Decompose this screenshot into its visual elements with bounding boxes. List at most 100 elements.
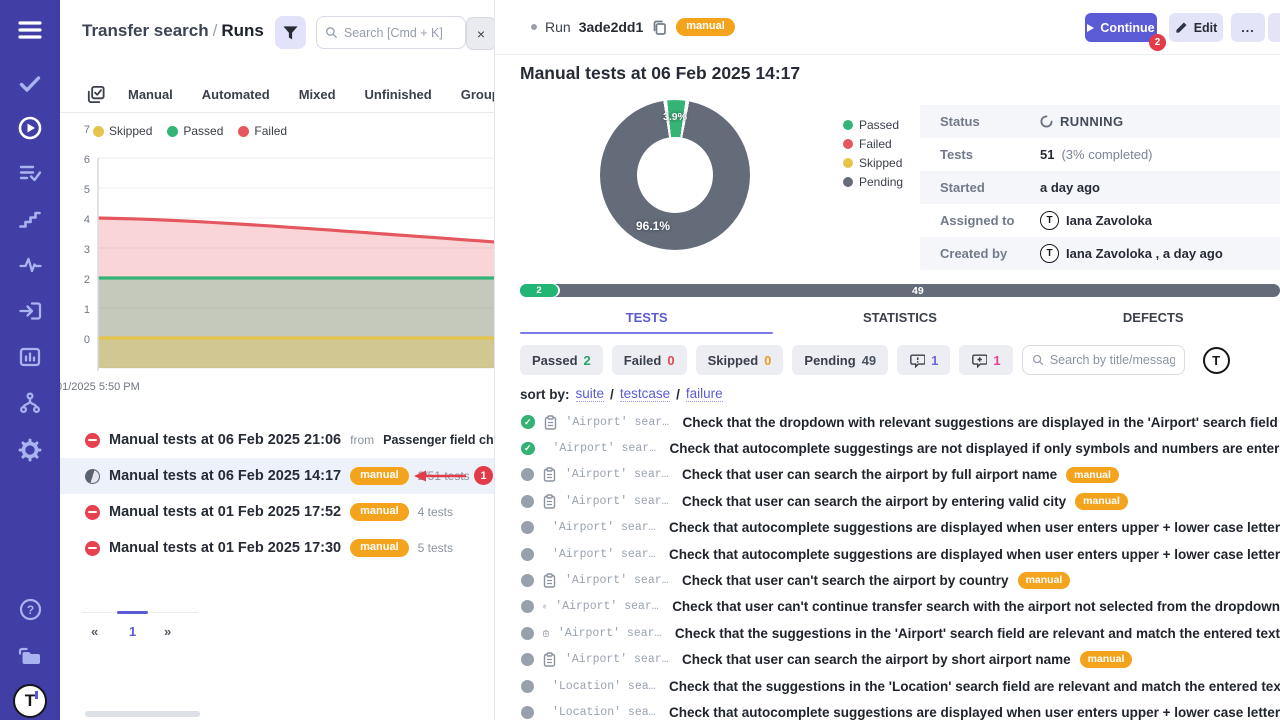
edit-button[interactable]: Edit bbox=[1169, 13, 1223, 42]
test-suite[interactable]: 'Airport' sear… bbox=[565, 653, 673, 666]
user-avatar[interactable]: T bbox=[1203, 347, 1230, 374]
test-title[interactable]: Check that autocomplete suggestions are … bbox=[669, 547, 1280, 562]
select-all-icon[interactable] bbox=[85, 84, 106, 105]
test-suite[interactable]: 'Airport' sear… bbox=[558, 627, 666, 640]
run-failed-icon bbox=[85, 541, 100, 556]
test-title[interactable]: Check that user can search the airport b… bbox=[682, 467, 1057, 482]
steps-icon[interactable] bbox=[0, 207, 60, 231]
test-title[interactable]: Check that the dropdown with relevant su… bbox=[683, 415, 1278, 430]
tab-tests[interactable]: TESTS bbox=[520, 303, 773, 334]
tests-search-input[interactable] bbox=[1050, 353, 1175, 367]
test-suite[interactable]: 'Airport' sear… bbox=[552, 521, 660, 534]
filter-passed-button[interactable]: Passed2 bbox=[520, 345, 603, 375]
runs-search[interactable] bbox=[316, 16, 466, 49]
continue-button[interactable]: Continue bbox=[1085, 13, 1157, 42]
test-row[interactable]: ✓ 'Airport' sear… Check that autocomplet… bbox=[495, 435, 1280, 461]
clipped-button[interactable] bbox=[1268, 13, 1280, 42]
test-suite[interactable]: 'Airport' sear… bbox=[552, 548, 660, 561]
test-suite[interactable]: 'Location' sea… bbox=[552, 706, 660, 719]
test-title[interactable]: Check that the suggestions in the 'Locat… bbox=[669, 679, 1280, 694]
assigned-value[interactable]: Iana Zavoloka bbox=[1066, 213, 1152, 228]
legend-passed: Passed bbox=[859, 118, 899, 132]
test-title[interactable]: Check that the suggestions in the 'Airpo… bbox=[675, 626, 1280, 641]
hamburger-menu-icon[interactable] bbox=[0, 18, 60, 42]
test-row[interactable]: 'Airport' sear… Check that the suggestio… bbox=[495, 620, 1280, 646]
test-pending-icon bbox=[521, 706, 534, 719]
sort-by-testcase-link[interactable]: testcase bbox=[620, 386, 670, 402]
pager-next-button[interactable]: » bbox=[164, 624, 171, 639]
tab-groups[interactable]: Groups bbox=[461, 87, 495, 102]
run-row[interactable]: Manual tests at 01 Feb 2025 17:52 manual… bbox=[60, 494, 495, 530]
test-suite[interactable]: 'Location' sea… bbox=[552, 680, 660, 693]
tab-unfinished[interactable]: Unfinished bbox=[365, 87, 432, 102]
copy-icon[interactable] bbox=[651, 19, 668, 36]
analytics-icon[interactable] bbox=[0, 345, 60, 369]
donut-hole bbox=[637, 137, 713, 213]
test-suite[interactable]: 'Airport' sear… bbox=[555, 600, 663, 613]
branches-icon[interactable] bbox=[0, 391, 60, 415]
test-title[interactable]: Check that autocomplete suggestings are … bbox=[670, 441, 1280, 456]
tab-manual[interactable]: Manual bbox=[128, 87, 173, 102]
app-logo[interactable]: T bbox=[0, 684, 60, 718]
test-title[interactable]: Check that autocomplete suggestions are … bbox=[669, 520, 1280, 535]
horizontal-scrollbar[interactable] bbox=[85, 711, 200, 717]
runs-search-input[interactable] bbox=[344, 26, 457, 40]
settings-gear-icon[interactable] bbox=[0, 437, 60, 463]
breadcrumb: Transfer search/Runs bbox=[82, 21, 264, 41]
test-row[interactable]: 'Airport' sear… Check that user can't co… bbox=[495, 594, 1280, 620]
tab-statistics[interactable]: STATISTICS bbox=[773, 303, 1026, 334]
test-row[interactable]: 'Location' sea… Check that autocomplete … bbox=[495, 699, 1280, 720]
tab-defects[interactable]: DEFECTS bbox=[1027, 303, 1280, 334]
panel-close-button[interactable]: × bbox=[466, 17, 495, 50]
test-title[interactable]: Check that user can't search the airport… bbox=[682, 573, 1009, 588]
tab-automated[interactable]: Automated bbox=[202, 87, 270, 102]
test-suite[interactable]: 'Airport' sear… bbox=[566, 416, 674, 429]
test-suite[interactable]: 'Airport' sear… bbox=[565, 574, 673, 587]
import-icon[interactable] bbox=[0, 299, 60, 323]
test-row[interactable]: 'Airport' sear… Check that user can sear… bbox=[495, 462, 1280, 488]
runs-icon[interactable] bbox=[0, 115, 60, 141]
breadcrumb-project[interactable]: Transfer search bbox=[82, 21, 209, 40]
test-row[interactable]: 'Airport' sear… Check that autocomplete … bbox=[495, 515, 1280, 541]
help-icon[interactable]: ? bbox=[0, 597, 60, 622]
pager-prev-button[interactable]: « bbox=[91, 624, 98, 639]
test-suite[interactable]: 'Airport' sear… bbox=[565, 468, 673, 481]
run-row[interactable]: Manual tests at 06 Feb 2025 21:06 from P… bbox=[60, 422, 495, 458]
test-plans-icon[interactable] bbox=[0, 161, 60, 185]
test-suite[interactable]: 'Airport' sear… bbox=[565, 495, 673, 508]
ellipsis-icon: ... bbox=[1241, 21, 1254, 35]
filter-skipped-button[interactable]: Skipped0 bbox=[696, 345, 784, 375]
test-suite[interactable]: 'Airport' sear… bbox=[553, 442, 661, 455]
run-failed-icon bbox=[85, 505, 100, 520]
test-row[interactable]: ✓ 'Airport' sear… Check that the dropdow… bbox=[495, 409, 1280, 435]
assigned-label: Assigned to bbox=[920, 213, 1040, 228]
pager-page-1[interactable]: 1 bbox=[129, 624, 136, 639]
test-row[interactable]: 'Airport' sear… Check that user can sear… bbox=[495, 647, 1280, 673]
filter-failed-button[interactable]: Failed0 bbox=[612, 345, 687, 375]
test-title[interactable]: Check that user can search the airport b… bbox=[682, 652, 1071, 667]
sort-by-suite-link[interactable]: suite bbox=[576, 386, 605, 402]
test-title[interactable]: Check that autocomplete suggestions are … bbox=[669, 705, 1280, 720]
pulse-icon[interactable] bbox=[0, 253, 60, 277]
test-row[interactable]: 'Location' sea… Check that the suggestio… bbox=[495, 673, 1280, 699]
filter-comments-button[interactable]: 1 bbox=[897, 345, 950, 375]
test-row[interactable]: 'Airport' sear… Check that user can't se… bbox=[495, 567, 1280, 593]
test-title[interactable]: Check that user can search the airport b… bbox=[682, 494, 1066, 509]
run-row[interactable]: Manual tests at 01 Feb 2025 17:30 manual… bbox=[60, 530, 495, 566]
sort-by-failure-link[interactable]: failure bbox=[686, 386, 723, 402]
legend-pending: Pending bbox=[859, 175, 903, 189]
filter-comments-add-button[interactable]: 1 bbox=[959, 345, 1012, 375]
tab-mixed[interactable]: Mixed bbox=[299, 87, 336, 102]
tests-icon[interactable] bbox=[0, 72, 60, 96]
test-row[interactable]: 'Airport' sear… Check that autocomplete … bbox=[495, 541, 1280, 567]
comments-count: 1 bbox=[931, 353, 938, 368]
filter-pending-button[interactable]: Pending49 bbox=[792, 345, 888, 375]
test-title[interactable]: Check that user can't continue transfer … bbox=[672, 599, 1280, 614]
tests-search[interactable] bbox=[1022, 345, 1185, 375]
test-row[interactable]: 'Airport' sear… Check that user can sear… bbox=[495, 488, 1280, 514]
created-value[interactable]: Iana Zavoloka , a day ago bbox=[1066, 246, 1223, 261]
legend-failed: Failed bbox=[254, 124, 287, 138]
more-actions-button[interactable]: ... bbox=[1231, 13, 1265, 42]
projects-folder-icon[interactable] bbox=[0, 643, 60, 668]
filter-button[interactable] bbox=[275, 16, 306, 49]
